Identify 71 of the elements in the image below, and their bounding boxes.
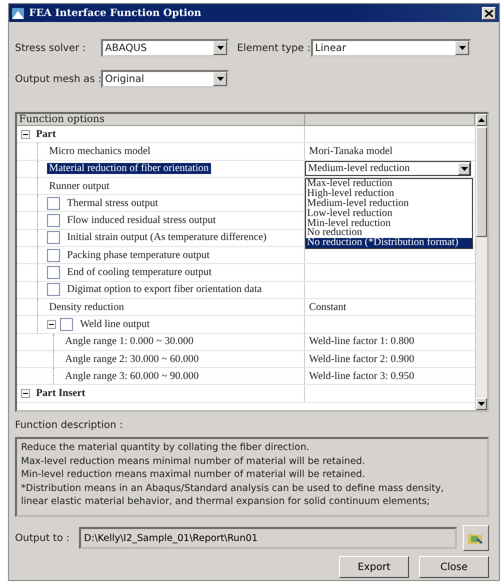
- field-label: Output to :: [15, 532, 71, 546]
- dropdown-option[interactable]: Medium-level reduction: [306, 198, 472, 209]
- checkbox[interactable]: [47, 266, 60, 280]
- option-label[interactable]: End of cooling temperature output: [65, 267, 214, 278]
- description-text: Max-level reduction means minimal number of material will be retained.: [21, 454, 366, 468]
- option-label[interactable]: Packing phase temperature output: [65, 250, 212, 261]
- option-label[interactable]: Initial strain output (As temperature difference): [65, 232, 269, 244]
- option-value: Weld-line factor 1: 0.800: [309, 336, 414, 348]
- dialog-button[interactable]: Close: [419, 556, 489, 578]
- option-label[interactable]: Density reduction: [47, 302, 126, 313]
- dropdown-option[interactable]: High-level reduction: [306, 188, 472, 199]
- option-value: Weld-line factor 3: 0.950: [309, 370, 414, 382]
- close-icon: [485, 10, 493, 16]
- dropdown-option[interactable]: No reduction (*Distribution format): [306, 238, 472, 248]
- caret-down-icon: [216, 46, 224, 50]
- option-label[interactable]: Micro mechanics model: [47, 146, 152, 157]
- dropdown[interactable]: Linear: [311, 39, 471, 57]
- caret-down-icon: [216, 77, 224, 81]
- output-path-field[interactable]: D:\Kelly\I2_Sample_01\Report\Run01: [79, 527, 457, 549]
- option-label[interactable]: Digimat option to export fiber orientation data: [65, 284, 264, 296]
- caret-up-icon: [478, 118, 485, 122]
- field-label: Stress solver :: [14, 42, 87, 56]
- dropdown[interactable]: ABAQUS: [101, 39, 229, 57]
- description-text: Min-level reduction means maximal number of material will be retained.: [21, 468, 366, 482]
- section-label: Function description :: [15, 419, 124, 433]
- option-value: Constant: [309, 302, 346, 313]
- dropdown-option[interactable]: Low-level reduction: [306, 208, 472, 219]
- checkbox[interactable]: [47, 196, 60, 210]
- collapse-toggle[interactable]: [47, 320, 56, 329]
- app-icon: [12, 8, 24, 18]
- option-label[interactable]: Angle range 1: 0.000 ~ 30.000: [63, 336, 196, 348]
- checkbox[interactable]: [60, 318, 73, 331]
- option-label[interactable]: Thermal stress output: [65, 198, 160, 209]
- option-value: Weld-line factor 2: 0.900: [309, 354, 414, 364]
- value-dropdown[interactable]: Medium-level reduction: [305, 161, 471, 176]
- column-header: Function options: [17, 114, 305, 125]
- caret-down-icon: [460, 166, 468, 171]
- option-label[interactable]: Angle range 2: 30.000 ~ 60.000: [63, 354, 201, 364]
- scrollbar-thumb[interactable]: [476, 127, 487, 237]
- caret-down-icon: [458, 46, 466, 50]
- dropdown-option[interactable]: Max-level reduction: [306, 178, 472, 189]
- dropdown-option[interactable]: Min-level reduction: [306, 218, 472, 228]
- collapse-toggle[interactable]: [21, 130, 30, 139]
- scroll-down-button[interactable]: [476, 398, 487, 410]
- option-value: Mori-Tanaka model: [309, 146, 393, 157]
- description-text: *Distribution means in an Abaqus/Standard analysis can be used to define mass density,: [21, 482, 445, 495]
- option-label[interactable]: Material reduction of fiber orientation: [47, 163, 211, 174]
- option-label[interactable]: Flow induced residual stress output: [65, 215, 218, 226]
- group-label[interactable]: Part Insert: [34, 388, 88, 400]
- checkbox[interactable]: [47, 283, 60, 296]
- option-label[interactable]: Angle range 3: 60.000 ~ 90.000: [63, 370, 201, 382]
- description-text: linear elastic material behavior, and thermal expansion for solid continuum elements;: [21, 495, 431, 508]
- window-title: FEA Interface Function Option: [29, 8, 202, 18]
- checkbox[interactable]: [47, 214, 60, 228]
- option-label[interactable]: Runner output: [47, 180, 112, 192]
- collapse-toggle[interactable]: [21, 389, 30, 398]
- close-button[interactable]: [482, 6, 496, 20]
- folder-icon: [468, 531, 484, 545]
- checkbox[interactable]: [47, 248, 60, 262]
- dropdown[interactable]: Original: [101, 70, 229, 88]
- group-label[interactable]: Part: [34, 128, 58, 140]
- checkbox[interactable]: [47, 231, 60, 244]
- field-label: Element type :: [236, 42, 311, 56]
- dropdown-option[interactable]: No reduction: [306, 228, 472, 238]
- dialog-button[interactable]: Export: [339, 556, 409, 578]
- description-text: Reduce the material quantity by collating the fiber direction.: [21, 441, 310, 454]
- option-label[interactable]: Weld line output: [78, 318, 152, 330]
- browse-button[interactable]: [463, 525, 489, 551]
- scroll-up-button[interactable]: [476, 114, 487, 126]
- field-label: Output mesh as :: [14, 72, 101, 86]
- caret-down-icon: [478, 402, 485, 406]
